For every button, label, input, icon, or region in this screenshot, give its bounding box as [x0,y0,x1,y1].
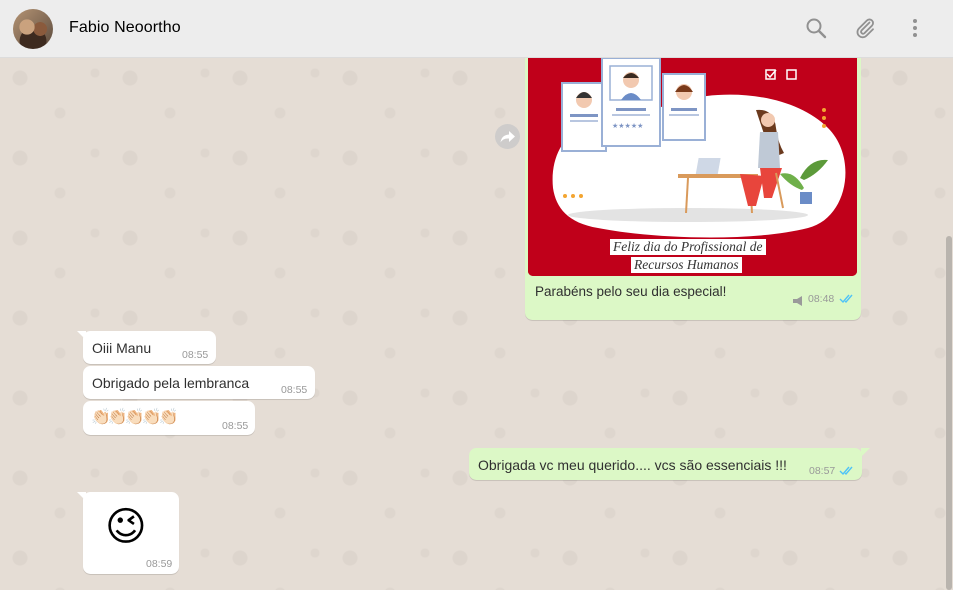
image-message[interactable]: ★★★★★ Feliz dia do Profissional de Recur… [525,58,861,320]
message-text: 👏🏻👏🏻👏🏻👏🏻👏🏻 [91,409,179,426]
outgoing-message[interactable]: Obrigada vc meu querido.... vcs são esse… [469,448,862,480]
message-time: 08:59 [146,558,173,570]
image-message-text: Parabéns pelo seu dia especial! [535,284,727,299]
incoming-message[interactable]: Oiii Manu 08:55 [83,331,216,364]
rh-day-image[interactable]: ★★★★★ Feliz dia do Profissional de Recur… [528,58,857,276]
message-text: Oiii Manu [92,340,152,356]
message-text: Obrigado pela lembranca [92,375,250,391]
read-ticks-icon [839,465,855,476]
incoming-message[interactable]: 👏🏻👏🏻👏🏻👏🏻👏🏻 08:55 [83,401,255,435]
attach-icon[interactable] [853,16,877,40]
wink-emoji: 😉 [105,505,147,549]
message-time: 08:55 [182,349,209,361]
image-caption-line-2: Recursos Humanos [631,257,742,273]
chat-area[interactable]: ★★★★★ Feliz dia do Profissional de Recur… [0,58,953,590]
message-text: Obrigada vc meu querido.... vcs são esse… [478,457,787,473]
message-time: 08:57 [809,465,836,477]
scrollbar[interactable] [946,236,952,590]
contact-avatar[interactable] [13,9,53,49]
read-ticks-icon [839,293,855,304]
message-time: 08:55 [281,384,308,396]
image-caption-line-1: Feliz dia do Profissional de [610,239,766,255]
forward-icon[interactable] [495,124,520,149]
svg-text:★★★★★: ★★★★★ [612,122,643,130]
search-icon[interactable] [804,16,828,40]
incoming-message[interactable]: 😉 08:59 [83,492,179,574]
message-time: 08:48 [808,293,835,305]
contact-name[interactable]: Fabio Neoortho [69,19,181,37]
message-time: 08:55 [222,420,249,432]
menu-icon[interactable] [903,16,927,40]
bubble-tail [861,448,870,457]
megaphone-icon [792,293,804,306]
incoming-message[interactable]: Obrigado pela lembranca 08:55 [83,366,315,399]
chat-header: Fabio Neoortho [0,0,953,58]
